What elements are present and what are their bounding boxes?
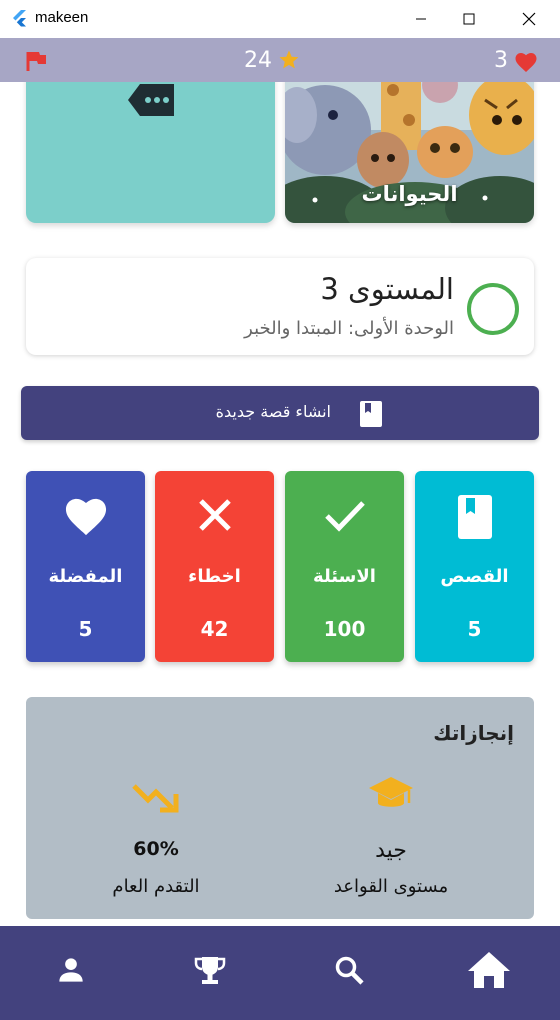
trending-down-icon xyxy=(132,784,179,813)
grammar-level-label: مستوى القواعد xyxy=(333,876,449,897)
stat-tile-favorites[interactable]: المفضلة 5 xyxy=(26,471,145,662)
chat-bubble-icon xyxy=(128,84,174,116)
close-window-icon xyxy=(522,12,536,26)
stat-value: 100 xyxy=(323,617,366,641)
flag-icon[interactable] xyxy=(26,50,48,72)
create-story-label: انشاء قصة جديدة xyxy=(215,402,331,421)
star-icon xyxy=(279,50,299,69)
level-title: المستوى 3 xyxy=(320,272,454,306)
stat-tile-questions[interactable]: الاسئلة 100 xyxy=(285,471,404,662)
nav-home[interactable] xyxy=(454,940,524,1000)
check-icon xyxy=(324,501,365,532)
stat-tile-mistakes[interactable]: اخطاء 42 xyxy=(155,471,274,662)
level-card[interactable] xyxy=(26,258,534,355)
close-icon xyxy=(198,499,231,531)
category-label-animals: الحيوانات xyxy=(361,182,458,206)
grammar-level-value: جيد xyxy=(375,838,407,863)
lives-count: 3 xyxy=(494,48,508,73)
nav-search[interactable] xyxy=(314,940,384,1000)
book-icon xyxy=(457,495,492,539)
minimize-button[interactable] xyxy=(398,0,444,38)
stars-count: 24 xyxy=(244,48,272,73)
achievements-title: إنجازاتك xyxy=(433,721,514,745)
stat-tile-stories[interactable]: القصص 5 xyxy=(415,471,534,662)
maximize-icon xyxy=(463,13,475,25)
nav-profile[interactable] xyxy=(36,940,106,1000)
person-icon xyxy=(59,958,83,982)
heart-icon xyxy=(515,53,537,72)
trophy-icon xyxy=(194,957,226,984)
heart-icon xyxy=(65,498,106,536)
close-window-button[interactable] xyxy=(506,0,552,38)
stat-label: المفضلة xyxy=(48,566,123,587)
nav-trophies[interactable] xyxy=(175,940,245,1000)
stat-value: 5 xyxy=(467,617,482,641)
book-icon xyxy=(360,401,382,427)
graduation-cap-icon xyxy=(369,777,413,807)
maximize-button[interactable] xyxy=(446,0,492,38)
flutter-icon xyxy=(13,10,26,27)
stat-value: 42 xyxy=(200,617,229,641)
stat-label: اخطاء xyxy=(188,566,241,587)
minimize-icon xyxy=(416,18,426,20)
overall-progress-label: التقدم العام xyxy=(112,876,200,897)
window-title: makeen xyxy=(35,9,89,26)
overall-progress-value: 60% xyxy=(133,838,179,860)
level-progress-ring xyxy=(467,283,519,335)
stat-value: 5 xyxy=(78,617,93,641)
stat-label: القصص xyxy=(440,566,509,587)
category-card-animals[interactable]: الحيوانات xyxy=(285,60,534,223)
stat-label: الاسئلة xyxy=(313,566,376,587)
home-icon xyxy=(468,952,510,988)
search-icon xyxy=(335,956,364,985)
level-subtitle: الوحدة الأولى: المبتدا والخبر xyxy=(244,318,454,339)
